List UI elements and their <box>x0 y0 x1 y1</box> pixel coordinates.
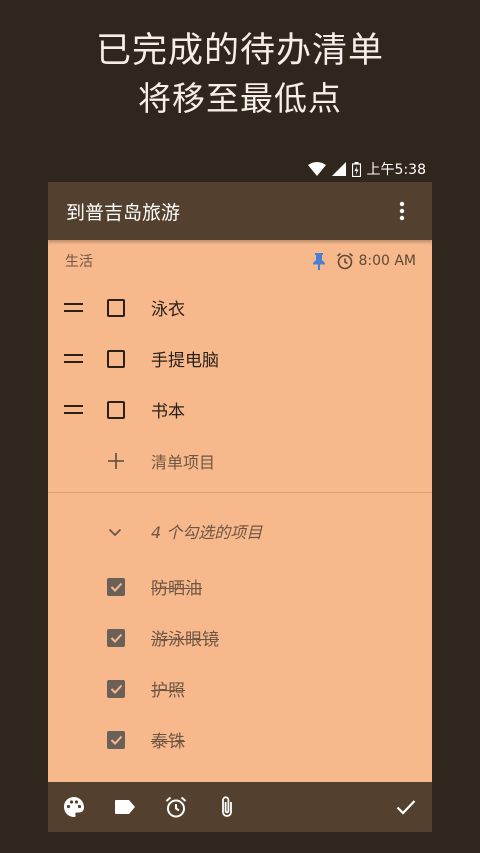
list-item: 书本 <box>48 384 432 435</box>
add-list-item[interactable]: 清单项目 <box>48 435 432 486</box>
status-time: 上午5:38 <box>366 162 426 178</box>
checked-list: 防晒油 游泳眼镜 护照 泰铢 <box>48 561 432 765</box>
alarm-icon <box>337 252 354 270</box>
list-item: 游泳眼镜 <box>48 612 432 663</box>
checkbox[interactable] <box>107 400 125 419</box>
check-icon[interactable] <box>394 795 418 819</box>
checked-checkbox[interactable] <box>107 679 125 698</box>
checkbox[interactable] <box>107 298 125 317</box>
checkbox[interactable] <box>107 349 125 368</box>
wifi-icon <box>307 162 326 176</box>
list-item: 泰铢 <box>48 714 432 765</box>
more-vert-icon[interactable] <box>390 199 414 223</box>
list-item-text[interactable]: 游泳眼镜 <box>151 625 219 650</box>
checked-items-toggle[interactable]: 4 个勾选的项目 <box>48 501 432 561</box>
unchecked-list: 泳衣 手提电脑 书本 清单项目 <box>48 282 432 486</box>
checked-checkbox[interactable] <box>107 628 125 647</box>
attachment-icon[interactable] <box>215 795 239 819</box>
palette-icon[interactable] <box>62 795 86 819</box>
note-label[interactable]: 生活 <box>65 251 312 271</box>
promo-banner: 已完成的待办清单 将移至最低点 <box>0 28 480 122</box>
promo-line-2: 将移至最低点 <box>138 79 342 118</box>
list-item-text[interactable]: 护照 <box>151 676 185 701</box>
checked-checkbox[interactable] <box>107 730 125 749</box>
list-item-text[interactable]: 防晒油 <box>151 574 202 599</box>
list-item-text[interactable]: 泳衣 <box>151 295 185 320</box>
drag-handle-icon[interactable] <box>64 303 83 312</box>
alarm-icon[interactable] <box>164 795 188 819</box>
list-item: 防晒油 <box>48 561 432 612</box>
note-title[interactable]: 到普吉岛旅游 <box>66 198 390 225</box>
checked-items-count: 4 个勾选的项目 <box>151 523 263 542</box>
pin-icon[interactable] <box>312 252 326 270</box>
drag-handle-icon[interactable] <box>64 354 83 363</box>
promo-line-1: 已完成的待办清单 <box>95 31 384 71</box>
bottom-toolbar <box>48 782 432 832</box>
chevron-down-icon <box>108 522 122 541</box>
note-screen: 到普吉岛旅游 生活 8:00 AM 泳衣 手提电脑 书本 清单项目 4 个勾选的… <box>48 182 432 832</box>
battery-icon <box>351 161 361 177</box>
reminder-chip[interactable]: 8:00 AM <box>336 252 416 270</box>
add-item-placeholder: 清单项目 <box>151 452 216 472</box>
plus-icon <box>107 452 125 470</box>
list-item: 泳衣 <box>48 282 432 333</box>
status-bar: 上午5:38 <box>307 156 426 182</box>
top-toolbar: 到普吉岛旅游 <box>48 182 432 240</box>
label-icon[interactable] <box>113 795 137 819</box>
checked-checkbox[interactable] <box>107 577 125 596</box>
list-item-text[interactable]: 书本 <box>151 397 185 422</box>
divider <box>48 492 432 493</box>
list-item-text[interactable]: 泰铢 <box>151 727 185 752</box>
note-meta: 生活 8:00 AM <box>48 240 432 282</box>
reminder-time: 8:00 AM <box>358 253 416 269</box>
list-item: 护照 <box>48 663 432 714</box>
list-item-text[interactable]: 手提电脑 <box>151 346 219 371</box>
list-item: 手提电脑 <box>48 333 432 384</box>
signal-icon <box>331 162 346 176</box>
drag-handle-icon[interactable] <box>64 405 83 414</box>
